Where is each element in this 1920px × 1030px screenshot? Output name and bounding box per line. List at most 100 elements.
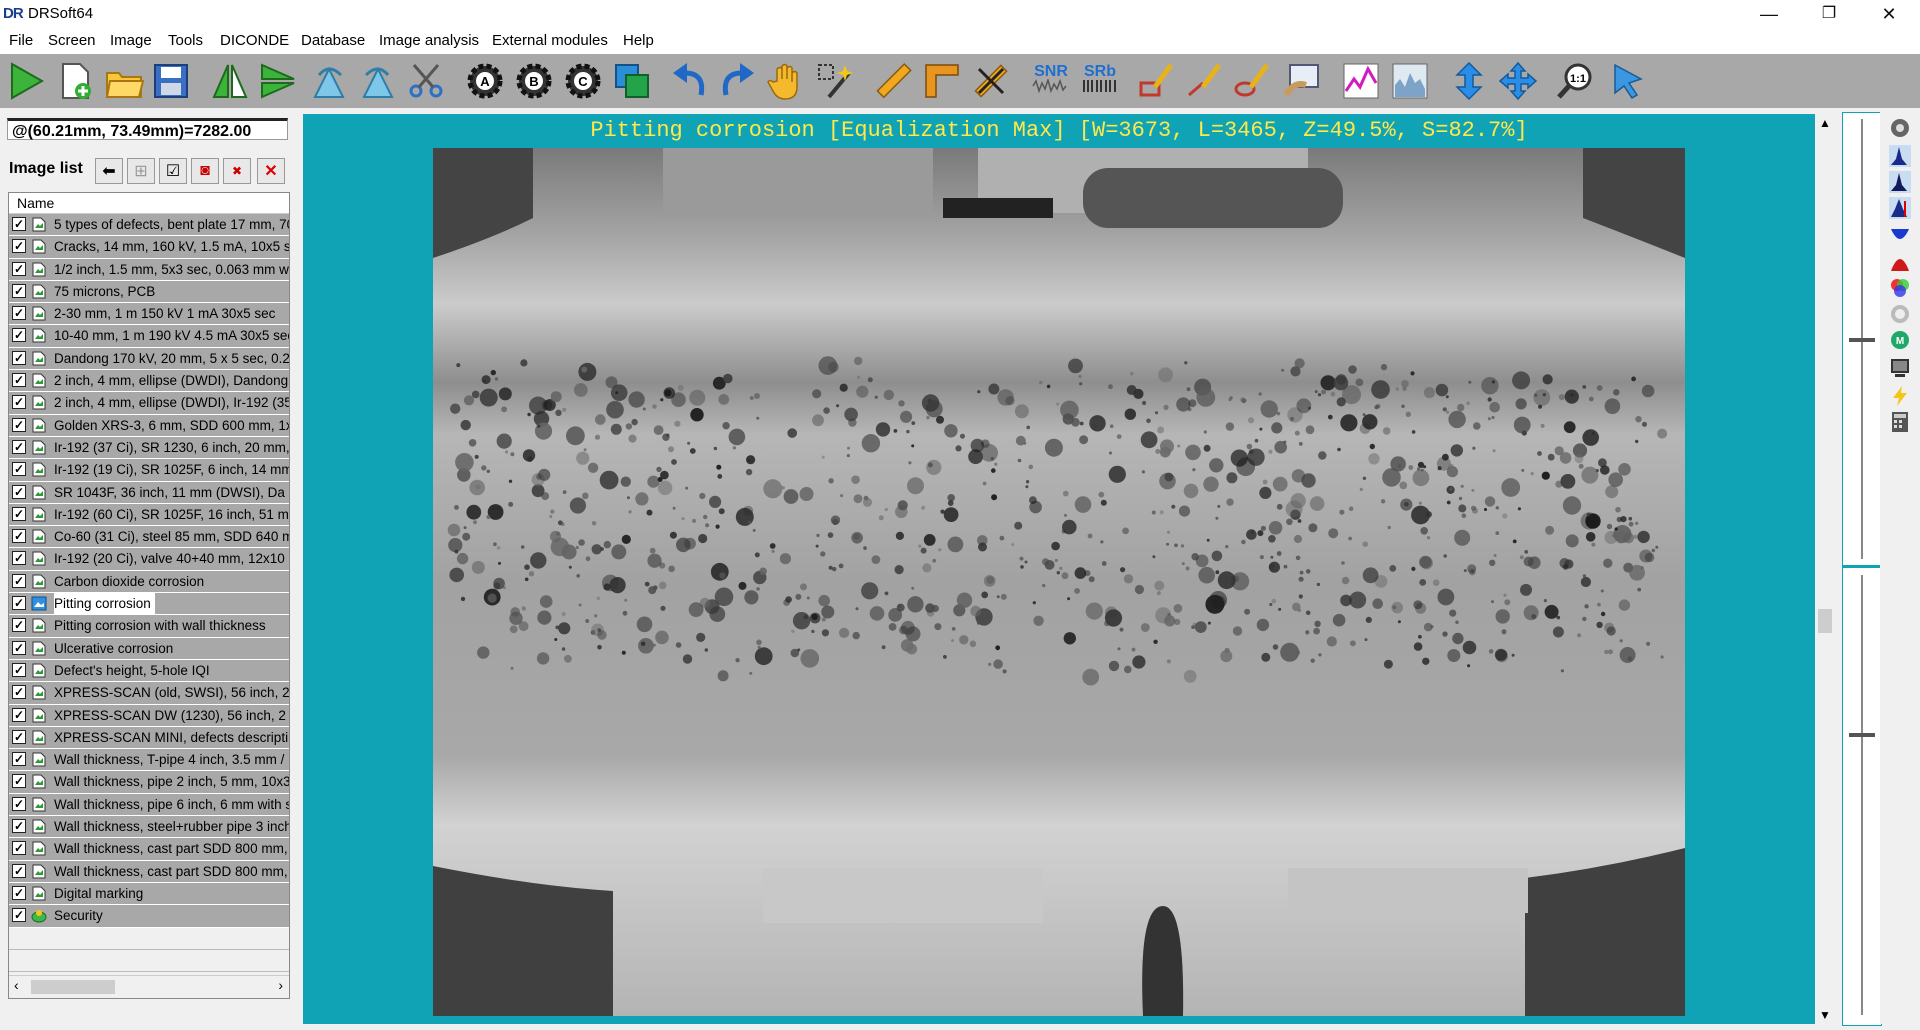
checkbox[interactable]: ✓: [12, 217, 26, 231]
vscroll-thumb[interactable]: [1818, 609, 1832, 633]
menu-file[interactable]: File: [9, 32, 33, 49]
play-button[interactable]: [3, 58, 49, 104]
list-item[interactable]: ✓ Wall thickness, cast part SDD 800 mm,: [9, 838, 289, 861]
slider-handle-upper[interactable]: [1849, 338, 1875, 342]
list-item[interactable]: ✓ XPRESS-SCAN MINI, defects descripti: [9, 726, 289, 750]
minimize-button[interactable]: —: [1740, 0, 1798, 28]
pointer-button[interactable]: [1604, 58, 1650, 104]
checkbox[interactable]: ✓: [12, 707, 26, 722]
checkbox[interactable]: ✓: [12, 640, 26, 655]
draw-rectangle-button[interactable]: [1134, 58, 1180, 104]
windows-layout-button[interactable]: [609, 58, 655, 104]
check-all-icon[interactable]: ☑: [159, 158, 187, 184]
checkbox[interactable]: ✓: [12, 306, 26, 321]
zoom-1to1-button[interactable]: 1:1: [1553, 58, 1599, 104]
calculator-icon[interactable]: [1886, 410, 1914, 434]
open-folder-button[interactable]: [101, 58, 147, 104]
scissors-button[interactable]: [403, 58, 449, 104]
checkbox[interactable]: ✓: [12, 908, 26, 923]
move-vertical-button[interactable]: [1446, 58, 1492, 104]
remove-icon[interactable]: ✖: [223, 158, 251, 184]
slider-handle-lower[interactable]: [1849, 733, 1875, 737]
flip-horizontal-button[interactable]: [207, 58, 253, 104]
list-item[interactable]: ✓ Ir-192 (60 Ci), SR 1025F, 16 inch, 51 m…: [9, 503, 289, 527]
gamma-curve-icon[interactable]: [1886, 250, 1914, 274]
pan-hand-button[interactable]: [764, 58, 810, 104]
menu-help[interactable]: Help: [623, 32, 654, 49]
list-item[interactable]: ✓ Ulcerative corrosion: [9, 637, 289, 660]
menu-image[interactable]: Image: [110, 32, 152, 49]
draw-line-button[interactable]: [1182, 58, 1228, 104]
scroll-thumb[interactable]: [31, 980, 115, 994]
checkbox[interactable]: ✓: [12, 662, 26, 677]
list-item[interactable]: ✓ Wall thickness, pipe 2 inch, 5 mm, 10x3: [9, 771, 289, 794]
list-item[interactable]: ✓ Digital marking: [9, 882, 289, 906]
stop-icon[interactable]: ◙: [191, 158, 219, 184]
list-item[interactable]: ✓ Ir-192 (19 Ci), SR 1025F, 6 inch, 14 mm: [9, 459, 289, 482]
histogram-button[interactable]: [1387, 58, 1433, 104]
image-viewer[interactable]: Pitting corrosion [Equalization Max] [W=…: [303, 114, 1815, 1024]
list-item[interactable]: ✓ 5 types of defects, bent plate 17 mm, 7…: [9, 214, 289, 237]
checkbox[interactable]: ✓: [12, 395, 26, 410]
checkbox[interactable]: ✓: [12, 685, 26, 700]
xray-image[interactable]: [433, 148, 1685, 1016]
checkbox[interactable]: ✓: [12, 439, 26, 454]
delete-icon[interactable]: ✕: [257, 158, 285, 184]
menu-tools[interactable]: Tools: [168, 32, 203, 49]
list-item[interactable]: ✓ Wall thickness, T-pipe 4 inch, 3.5 mm /: [9, 749, 289, 772]
list-item[interactable]: ✓ Security: [9, 905, 289, 928]
scroll-down-icon[interactable]: ▼: [1819, 1008, 1831, 1022]
rotate-right-button[interactable]: [306, 58, 352, 104]
list-item[interactable]: ✓ 2 inch, 4 mm, ellipse (DWDI), Dandong,: [9, 370, 289, 393]
angle-ruler-button[interactable]: [919, 58, 965, 104]
histogram-blue-icon[interactable]: [1886, 144, 1914, 168]
list-item[interactable]: ✓ XPRESS-SCAN DW (1230), 56 inch, 2: [9, 704, 289, 727]
list-item[interactable]: ✓ Carbon dioxide corrosion: [9, 570, 289, 594]
list-item[interactable]: ✓ Ir-192 (20 Ci), valve 40+40 mm, 12x10 s: [9, 548, 289, 571]
list-item[interactable]: ✓ Wall thickness, cast part SDD 800 mm,: [9, 860, 289, 883]
checkbox[interactable]: ✓: [12, 618, 26, 633]
checkbox[interactable]: ✓: [12, 729, 26, 744]
profile-chart-button[interactable]: [1338, 58, 1384, 104]
scroll-right-icon[interactable]: ›: [278, 977, 283, 993]
vertical-scrollbar[interactable]: ▲ ▼: [1815, 114, 1835, 1024]
list-item[interactable]: ✓ Golden XRS-3, 6 mm, SDD 600 mm, 1x: [9, 414, 289, 437]
checkbox[interactable]: ✓: [12, 506, 26, 521]
horizontal-scrollbar[interactable]: ‹ ›: [9, 975, 289, 998]
checkbox[interactable]: ✓: [12, 752, 26, 767]
checkbox[interactable]: ✓: [12, 283, 26, 298]
invert-curve-icon[interactable]: [1886, 224, 1914, 248]
delete-measurement-button[interactable]: [968, 58, 1014, 104]
save-button[interactable]: [148, 58, 194, 104]
annotation-button[interactable]: [1279, 58, 1325, 104]
checkbox[interactable]: ✓: [12, 863, 26, 878]
checkbox[interactable]: ✓: [12, 484, 26, 499]
redo-button[interactable]: [715, 58, 761, 104]
list-item[interactable]: ✓ SR 1043F, 36 inch, 11 mm (DWSI), Da: [9, 481, 289, 504]
image-list[interactable]: Name ✓ 5 types of defects, bent plate 17 …: [8, 192, 290, 999]
grid-icon[interactable]: ⊞: [127, 158, 155, 184]
menu-diconde[interactable]: DICONDE: [220, 32, 289, 49]
measure-m-icon[interactable]: M: [1886, 328, 1914, 352]
snr-button[interactable]: SNR: [1028, 58, 1074, 104]
menu-external-modules[interactable]: External modules: [492, 32, 608, 49]
histogram-dark-icon[interactable]: [1886, 170, 1914, 194]
checkbox[interactable]: ✓: [12, 529, 26, 544]
camera-icon[interactable]: [1886, 116, 1914, 140]
checkbox[interactable]: ✓: [12, 841, 26, 856]
scroll-left-icon[interactable]: ‹: [14, 977, 19, 993]
list-item[interactable]: ✓ Wall thickness, steel+rubber pipe 3 inc…: [9, 816, 289, 839]
checkbox[interactable]: ✓: [12, 350, 26, 365]
scroll-up-icon[interactable]: ▲: [1819, 116, 1831, 130]
settings-a-button[interactable]: A: [462, 58, 508, 104]
checkbox[interactable]: ✓: [12, 573, 26, 588]
list-item[interactable]: ✓ Pitting corrosion with wall thickness: [9, 615, 289, 638]
list-item[interactable]: ✓ XPRESS-SCAN (old, SWSI), 56 inch, 2: [9, 682, 289, 705]
monitor-icon[interactable]: [1886, 356, 1914, 380]
list-item[interactable]: ✓ 75 microns, PCB: [9, 280, 289, 304]
list-item[interactable]: ✓ 1/2 inch, 1.5 mm, 5x3 sec, 0.063 mm w: [9, 258, 289, 281]
checkbox[interactable]: ✓: [12, 774, 26, 789]
maximize-button[interactable]: ❐: [1800, 0, 1858, 28]
magic-wand-button[interactable]: [812, 58, 858, 104]
list-item[interactable]: ✓ 10-40 mm, 1 m 190 kV 4.5 mA 30x5 sec: [9, 325, 289, 348]
